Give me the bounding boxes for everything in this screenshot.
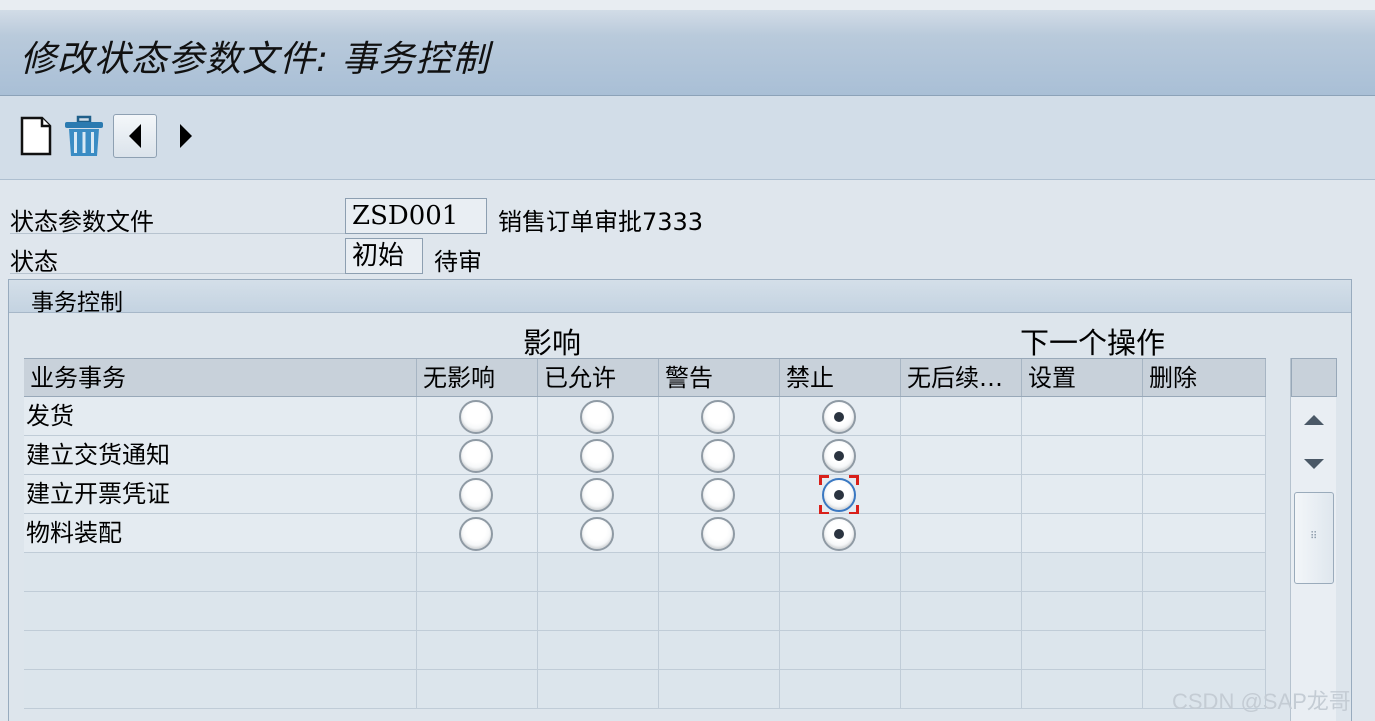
column-header-delete[interactable]: 删除	[1143, 359, 1266, 396]
previous-icon	[129, 124, 141, 148]
table-row[interactable]: 建立交货通知	[24, 436, 1266, 475]
next-action-label: 下一个操作	[1020, 326, 1166, 360]
cell-set	[1022, 475, 1143, 514]
influence-label: 影响	[523, 326, 582, 360]
radio-warning[interactable]	[701, 439, 735, 473]
profile-field[interactable]: ZSD001	[345, 198, 487, 234]
scroll-down-icon	[1304, 459, 1324, 469]
watermark: CSDN @SAP龙哥	[1172, 689, 1351, 714]
profile-label: 状态参数文件	[10, 208, 154, 236]
cell	[780, 436, 901, 475]
radio-forbidden[interactable]	[822, 400, 856, 434]
delete-trash-icon	[65, 115, 103, 156]
cell	[417, 397, 538, 436]
row-divider	[10, 273, 345, 274]
status-description: 待审	[434, 248, 482, 276]
status-field[interactable]: 初始	[345, 238, 423, 274]
radio-no-influence[interactable]	[459, 478, 493, 512]
sap-screen: 修改状态参数文件: 事务控制 状态参数文件 ZSD001 销售订单审批7333 …	[0, 0, 1375, 721]
radio-warning[interactable]	[701, 478, 735, 512]
cell	[538, 397, 659, 436]
cell	[538, 514, 659, 553]
status-label: 状态	[10, 248, 58, 276]
empty-row	[24, 631, 1266, 670]
column-header-transaction[interactable]: 业务事务	[24, 359, 417, 396]
radio-forbidden[interactable]	[822, 517, 856, 551]
cell	[417, 475, 538, 514]
radio-allowed[interactable]	[580, 400, 614, 434]
cell	[780, 475, 901, 515]
radio-warning[interactable]	[701, 400, 735, 434]
vertical-scrollbar[interactable]: ⠿	[1290, 358, 1337, 721]
scroll-up-button[interactable]	[1293, 400, 1335, 440]
scroll-down-button[interactable]	[1293, 444, 1335, 484]
empty-row	[24, 592, 1266, 631]
column-header-warning[interactable]: 警告	[659, 359, 780, 396]
new-document-icon	[20, 116, 52, 156]
profile-description: 销售订单审批7333	[498, 208, 704, 236]
grip-icon: ⠿	[1310, 531, 1318, 542]
column-header-forbidden[interactable]: 禁止	[780, 359, 901, 396]
cell	[780, 397, 901, 436]
delete-button[interactable]	[62, 114, 106, 158]
transaction-name: 物料装配	[24, 514, 417, 553]
table-header: 业务事务 无影响 已允许 警告 禁止 无后续… 设置 删除	[24, 358, 1266, 397]
group-header: 事务控制	[9, 280, 1351, 316]
table-row[interactable]: 物料装配	[24, 514, 1266, 553]
cell	[417, 436, 538, 475]
cell-set	[1022, 436, 1143, 475]
next-button[interactable]	[164, 114, 208, 158]
application-toolbar	[0, 96, 1375, 180]
title-bar: 修改状态参数文件: 事务控制	[0, 0, 1375, 96]
cell	[538, 475, 659, 514]
cell-delete	[1143, 397, 1266, 436]
cell	[780, 514, 901, 553]
cell-no-follow-up	[901, 475, 1022, 514]
transaction-name: 发货	[24, 397, 417, 436]
group-title: 事务控制	[31, 290, 123, 316]
cell-no-follow-up	[901, 397, 1022, 436]
cell	[659, 436, 780, 475]
radio-warning[interactable]	[701, 517, 735, 551]
scroll-up-icon	[1304, 415, 1324, 425]
cell-set	[1022, 514, 1143, 553]
transaction-name: 建立交货通知	[24, 436, 417, 475]
row-divider	[10, 233, 345, 234]
radio-allowed[interactable]	[580, 517, 614, 551]
column-header-no-follow-up[interactable]: 无后续…	[901, 359, 1022, 396]
radio-forbidden[interactable]	[822, 439, 856, 473]
radio-forbidden[interactable]	[822, 478, 856, 512]
cell	[538, 436, 659, 475]
empty-row	[24, 553, 1266, 592]
scroll-thumb[interactable]: ⠿	[1294, 492, 1334, 584]
cell-delete	[1143, 514, 1266, 553]
cell	[659, 397, 780, 436]
column-header-no-influence[interactable]: 无影响	[417, 359, 538, 396]
radio-no-influence[interactable]	[459, 439, 493, 473]
previous-button[interactable]	[113, 114, 157, 158]
column-header-allowed[interactable]: 已允许	[538, 359, 659, 396]
next-icon	[180, 124, 192, 148]
cell-set	[1022, 397, 1143, 436]
cell	[659, 475, 780, 514]
new-entry-button[interactable]	[14, 114, 58, 158]
transaction-name: 建立开票凭证	[24, 475, 417, 514]
radio-no-influence[interactable]	[459, 517, 493, 551]
table-row[interactable]: 建立开票凭证	[24, 475, 1266, 515]
radio-no-influence[interactable]	[459, 400, 493, 434]
radio-allowed[interactable]	[580, 478, 614, 512]
cell-no-follow-up	[901, 514, 1022, 553]
table-row[interactable]: 发货	[24, 397, 1266, 436]
cell-delete	[1143, 475, 1266, 514]
cell-no-follow-up	[901, 436, 1022, 475]
page-title: 修改状态参数文件: 事务控制	[20, 39, 490, 80]
cell	[659, 514, 780, 553]
cell	[417, 514, 538, 553]
column-header-set[interactable]: 设置	[1022, 359, 1143, 396]
cell-delete	[1143, 436, 1266, 475]
empty-row	[24, 670, 1266, 709]
table-settings-button[interactable]	[1291, 358, 1337, 397]
radio-allowed[interactable]	[580, 439, 614, 473]
